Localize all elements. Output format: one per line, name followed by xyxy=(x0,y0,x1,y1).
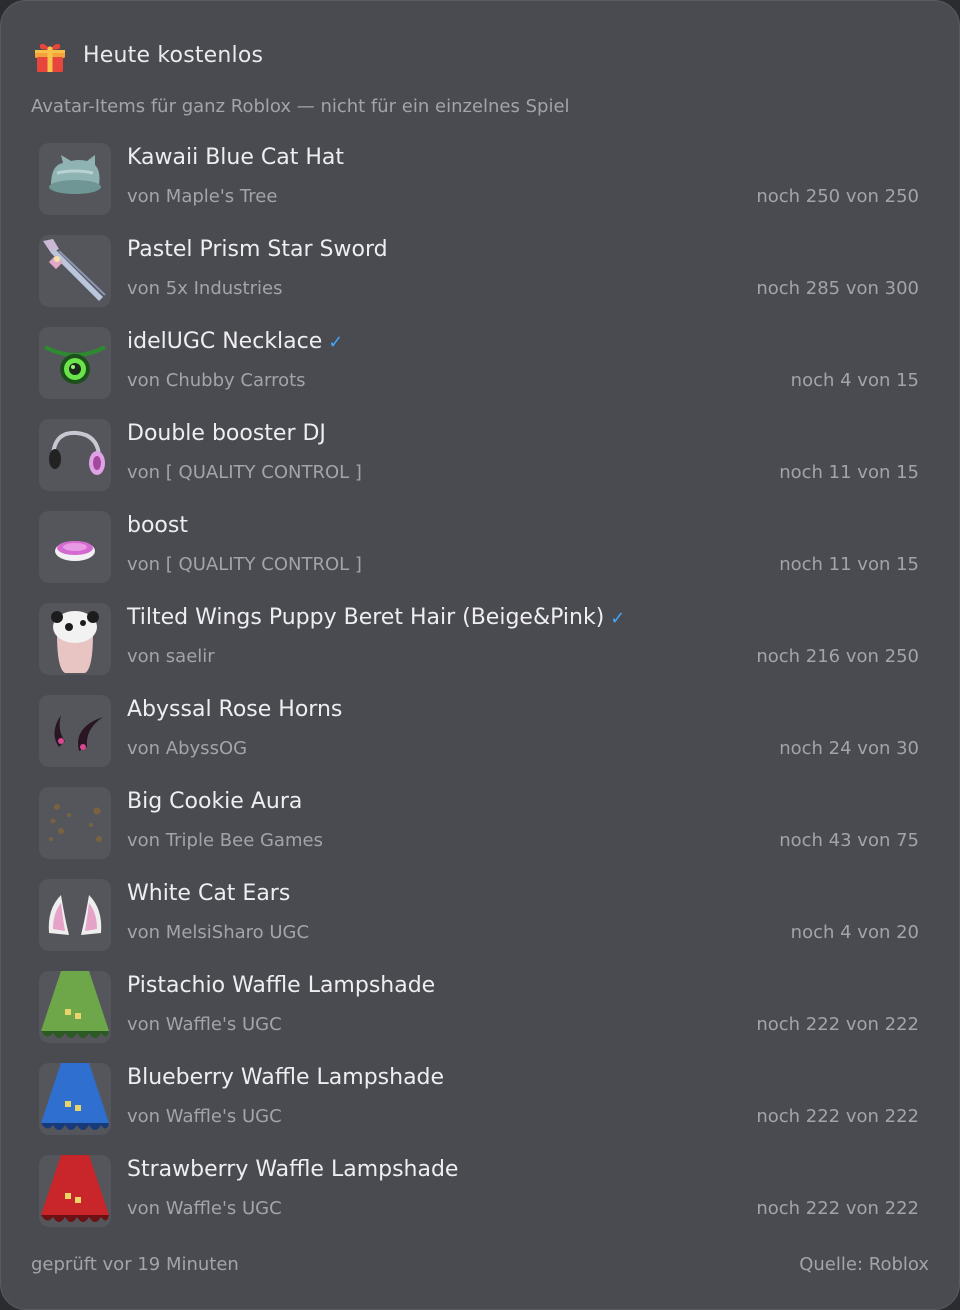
list-item[interactable]: Tilted Wings Puppy Beret Hair (Beige&Pin… xyxy=(39,601,919,693)
source-text: Quelle: Roblox xyxy=(799,1254,929,1275)
item-creator: von Waffle's UGC xyxy=(127,1106,282,1127)
item-name[interactable]: Double booster DJ xyxy=(127,421,326,446)
item-creator: von MelsiSharo UGC xyxy=(127,922,310,943)
item-stock: noch 216 von 250 xyxy=(756,646,919,667)
item-creator: von Waffle's UGC xyxy=(127,1014,282,1035)
lampshade-blue-icon xyxy=(39,1063,111,1135)
item-creator: von 5x Industries xyxy=(127,278,283,299)
cat-ears-icon xyxy=(39,879,111,951)
necklace-icon xyxy=(39,327,111,399)
headphones-icon xyxy=(39,419,111,491)
item-stock: noch 11 von 15 xyxy=(779,554,919,575)
list-item[interactable]: Pastel Prism Star Sword von 5x Industrie… xyxy=(39,233,919,325)
item-creator: von [ QUALITY CONTROL ] xyxy=(127,462,362,483)
horns-icon xyxy=(39,695,111,767)
item-stock: noch 43 von 75 xyxy=(779,830,919,851)
item-name[interactable]: Pastel Prism Star Sword xyxy=(127,237,388,262)
panel-title: Heute kostenlos xyxy=(83,42,264,68)
item-name[interactable]: Blueberry Waffle Lampshade xyxy=(127,1065,444,1090)
disc-icon xyxy=(39,511,111,583)
verified-icon: ✓ xyxy=(328,332,344,353)
hair-icon xyxy=(39,603,111,675)
list-item[interactable]: Abyssal Rose Horns von AbyssOG noch 24 v… xyxy=(39,693,919,785)
item-name[interactable]: Kawaii Blue Cat Hat xyxy=(127,145,344,170)
sword-icon xyxy=(39,235,111,307)
cat-hat-icon xyxy=(39,143,111,215)
cookie-aura-icon xyxy=(39,787,111,859)
item-name[interactable]: boost xyxy=(127,513,188,538)
item-stock: noch 24 von 30 xyxy=(779,738,919,759)
list-item[interactable]: Kawaii Blue Cat Hat von Maple's Tree noc… xyxy=(39,141,919,233)
item-creator: von Triple Bee Games xyxy=(127,830,323,851)
item-stock: noch 250 von 250 xyxy=(756,186,919,207)
list-item[interactable]: Strawberry Waffle Lampshade von Waffle's… xyxy=(39,1153,919,1245)
item-name[interactable]: Abyssal Rose Horns xyxy=(127,697,342,722)
item-name[interactable]: White Cat Ears xyxy=(127,881,290,906)
list-item[interactable]: White Cat Ears von MelsiSharo UGC noch 4… xyxy=(39,877,919,969)
item-stock: noch 4 von 20 xyxy=(790,922,919,943)
panel-subtitle: Avatar-Items für ganz Roblox — nicht für… xyxy=(31,96,570,117)
panel-header: Heute kostenlos xyxy=(31,35,263,75)
item-creator: von Chubby Carrots xyxy=(127,370,306,391)
last-checked-text: geprüft vor 19 Minuten xyxy=(31,1254,239,1275)
list-item[interactable]: idelUGC Necklace ✓ von Chubby Carrots noc… xyxy=(39,325,919,417)
list-item[interactable]: Double booster DJ von [ QUALITY CONTROL … xyxy=(39,417,919,509)
list-item[interactable]: Big Cookie Aura von Triple Bee Games noc… xyxy=(39,785,919,877)
item-name[interactable]: Strawberry Waffle Lampshade xyxy=(127,1157,458,1182)
list-item[interactable]: boost von [ QUALITY CONTROL ] noch 11 vo… xyxy=(39,509,919,601)
item-list: Kawaii Blue Cat Hat von Maple's Tree noc… xyxy=(39,141,919,1245)
item-creator: von Maple's Tree xyxy=(127,186,278,207)
list-item[interactable]: Pistachio Waffle Lampshade von Waffle's … xyxy=(39,969,919,1061)
item-stock: noch 11 von 15 xyxy=(779,462,919,483)
item-name[interactable]: idelUGC Necklace ✓ xyxy=(127,329,343,354)
item-name[interactable]: Big Cookie Aura xyxy=(127,789,302,814)
item-stock: noch 285 von 300 xyxy=(756,278,919,299)
item-name[interactable]: Tilted Wings Puppy Beret Hair (Beige&Pin… xyxy=(127,605,625,630)
lampshade-red-icon xyxy=(39,1155,111,1227)
lampshade-green-icon xyxy=(39,971,111,1043)
item-stock: noch 4 von 15 xyxy=(790,370,919,391)
item-creator: von AbyssOG xyxy=(127,738,248,759)
gift-icon xyxy=(31,36,69,74)
item-stock: noch 222 von 222 xyxy=(756,1106,919,1127)
item-stock: noch 222 von 222 xyxy=(756,1014,919,1035)
list-item[interactable]: Blueberry Waffle Lampshade von Waffle's … xyxy=(39,1061,919,1153)
free-items-panel: Heute kostenlos Avatar-Items für ganz Ro… xyxy=(0,0,960,1310)
item-creator: von saelir xyxy=(127,646,215,667)
item-creator: von Waffle's UGC xyxy=(127,1198,282,1219)
item-stock: noch 222 von 222 xyxy=(756,1198,919,1219)
item-name[interactable]: Pistachio Waffle Lampshade xyxy=(127,973,435,998)
item-creator: von [ QUALITY CONTROL ] xyxy=(127,554,362,575)
verified-icon: ✓ xyxy=(610,608,626,629)
